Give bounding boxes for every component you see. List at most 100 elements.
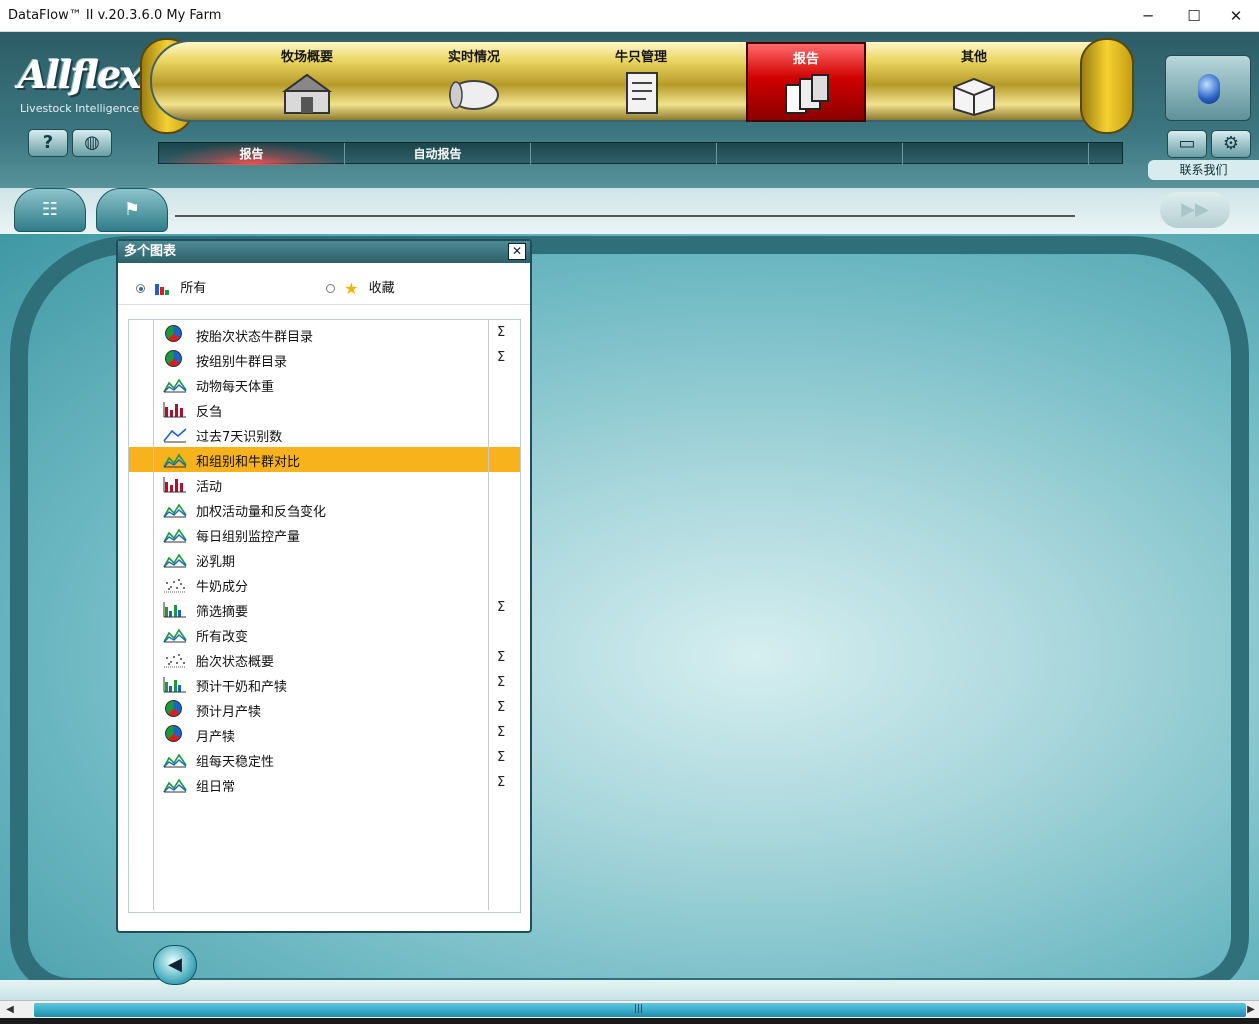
chart-list[interactable]: 按胎次状态牛群目录 Σ 按组别牛群目录 Σ 动物每天体重反刍过去7天识别数和组别和牛群对… xyxy=(128,319,521,913)
logo-tagline: Livestock Intelligence xyxy=(20,102,140,115)
bar-chart-icon xyxy=(163,476,187,493)
chart-list-item[interactable]: 月产犊 Σ xyxy=(129,722,520,747)
nav-realtime[interactable]: 实时情况 xyxy=(414,42,534,122)
chart-list-item[interactable]: 反刍 xyxy=(129,397,520,422)
window-bottom-edge xyxy=(0,1018,1259,1024)
settings-button[interactable]: ⚙ xyxy=(1211,130,1251,158)
filter-all-radio[interactable]: 所有 xyxy=(136,277,206,296)
monitor-icon: ▭ xyxy=(1178,133,1196,154)
list-divider-left xyxy=(153,320,154,910)
minimize-button[interactable]: ─ xyxy=(1125,0,1171,32)
sigma-icon: Σ xyxy=(497,700,506,715)
chart-list-item[interactable]: 筛选摘要 Σ xyxy=(129,597,520,622)
area-chart-icon xyxy=(163,376,187,393)
tree-icon: ☷ xyxy=(41,199,59,220)
logo-wordmark: Allflex xyxy=(18,52,142,97)
chart-list-item-label: 每日组别监控产量 xyxy=(196,530,301,545)
contact-us-link[interactable]: 联系我们 xyxy=(1148,160,1259,180)
filter-favorites-radio[interactable]: ★ 收藏 xyxy=(326,277,395,298)
pie-chart-icon xyxy=(165,725,182,742)
help-button[interactable]: ? xyxy=(28,129,68,157)
maximize-button[interactable]: ☐ xyxy=(1171,0,1217,32)
chart-list-item[interactable]: 泌乳期 xyxy=(129,547,520,572)
subtab-reports[interactable]: 报告 xyxy=(159,143,345,165)
chart-list-item[interactable]: 和组别和牛群对比 xyxy=(129,447,520,472)
monitor-button[interactable]: ▭ xyxy=(1167,130,1207,158)
sigma-icon: Σ xyxy=(497,750,506,765)
forward-button[interactable]: ▶▶ xyxy=(1160,192,1230,228)
tree-view-button[interactable]: ☷ xyxy=(14,188,86,232)
barn-icon xyxy=(281,73,333,114)
help-icon: ? xyxy=(42,132,54,153)
chart-list-item-label: 组日常 xyxy=(196,780,236,795)
nav-other[interactable]: 其他 xyxy=(914,42,1034,122)
chart-list-item[interactable]: 所有改变 xyxy=(129,622,520,647)
chart-list-item-label: 按胎次状态牛群目录 xyxy=(196,330,314,345)
subtab-empty-4 xyxy=(717,143,903,165)
herd-button[interactable]: ⚑ xyxy=(96,188,168,232)
milk-tank-icon xyxy=(449,80,499,110)
charts-dialog: 多个图表 ✕ 所有 ★ 收藏 按胎次状态牛群目录 Σ 按组别牛群目录 Σ 动物每天体重反… xyxy=(116,239,532,933)
chart-list-item-label: 按组别牛群目录 xyxy=(196,355,288,370)
nav-label: 报告 xyxy=(792,52,819,67)
sigma-icon: Σ xyxy=(497,725,506,740)
globe-icon: ◍ xyxy=(84,132,100,153)
area-chart-icon xyxy=(163,776,187,793)
subtab-auto-reports[interactable]: 自动报告 xyxy=(345,143,531,165)
globe-button[interactable]: ◍ xyxy=(72,129,112,157)
herd-icon: ⚑ xyxy=(123,199,141,220)
nav-reports[interactable]: 报告 xyxy=(746,42,866,122)
chart-list-item[interactable]: 每日组别监控产量 xyxy=(129,522,520,547)
chart-list-item-label: 和组别和牛群对比 xyxy=(196,455,301,470)
area-chart-icon xyxy=(163,751,187,768)
chart-list-item-label: 预计月产犊 xyxy=(196,705,262,720)
nav-label: 实时情况 xyxy=(447,50,500,65)
list-divider-right xyxy=(488,320,489,910)
gear-icon: ⚙ xyxy=(1222,133,1240,154)
fast-forward-icon: ▶▶ xyxy=(1181,199,1209,220)
chart-list-item[interactable]: 预计月产犊 Σ xyxy=(129,697,520,722)
chart-list-item[interactable]: 动物每天体重 xyxy=(129,372,520,397)
chart-list-item[interactable]: 组每天稳定性 Σ xyxy=(129,747,520,772)
scroll-left-arrow[interactable]: ◀ xyxy=(2,1001,18,1019)
chart-types-icon xyxy=(155,283,170,295)
area-chart-icon xyxy=(163,501,187,518)
chart-list-item[interactable]: 过去7天识别数 xyxy=(129,422,520,447)
back-icon: ◀ xyxy=(168,954,182,975)
back-button[interactable]: ◀ xyxy=(153,945,197,985)
chart-list-item-label: 反刍 xyxy=(196,405,223,420)
sigma-icon: Σ xyxy=(497,650,506,665)
scroll-right-arrow[interactable]: ▶ xyxy=(1243,1001,1259,1019)
sigma-icon: Σ xyxy=(497,350,506,365)
horizontal-scrollbar[interactable]: ◀ ||| ▶ xyxy=(0,1000,1259,1018)
nav-animal-management[interactable]: 牛只管理 xyxy=(581,42,701,122)
chart-list-item-label: 加权活动量和反刍变化 xyxy=(196,505,327,520)
chart-list-item[interactable]: 加权活动量和反刍变化 xyxy=(129,497,520,522)
dialog-close-button[interactable]: ✕ xyxy=(508,243,526,260)
pie-chart-icon xyxy=(165,325,182,342)
pie-chart-icon xyxy=(165,700,182,717)
nav-farm-overview[interactable]: 牧场概要 xyxy=(247,42,367,122)
toolbar: ☷ ⚑ ▶▶ xyxy=(0,188,1259,234)
chart-list-item[interactable]: 按胎次状态牛群目录 Σ xyxy=(129,322,520,347)
status-box[interactable] xyxy=(1165,55,1251,121)
pie-chart-icon xyxy=(165,350,182,367)
close-window-button[interactable]: ✕ xyxy=(1213,0,1259,32)
nav-label: 牛只管理 xyxy=(614,50,667,65)
chart-list-item[interactable]: 活动 xyxy=(129,472,520,497)
bar-chart-icon xyxy=(163,676,187,693)
area-chart-icon xyxy=(163,551,187,568)
bar-chart-icon xyxy=(163,401,187,418)
chart-list-item-label: 所有改变 xyxy=(196,630,249,645)
chart-list-item[interactable]: 牛奶成分 xyxy=(129,572,520,597)
line-chart-icon xyxy=(163,426,187,443)
scatter-chart-icon xyxy=(163,576,187,593)
chart-list-item[interactable]: 按组别牛群目录 Σ xyxy=(129,347,520,372)
chart-list-item[interactable]: 组日常 Σ xyxy=(129,772,520,797)
chart-list-item[interactable]: 预计干奶和产犊 Σ xyxy=(129,672,520,697)
app-header: Allflex Livestock Intelligence ? ◍ 牧场概要 … xyxy=(0,32,1259,202)
radio-dot xyxy=(136,284,145,293)
chart-list-item[interactable]: 胎次状态概要 Σ xyxy=(129,647,520,672)
sigma-icon: Σ xyxy=(497,325,506,340)
subtab-empty-3 xyxy=(531,143,717,165)
